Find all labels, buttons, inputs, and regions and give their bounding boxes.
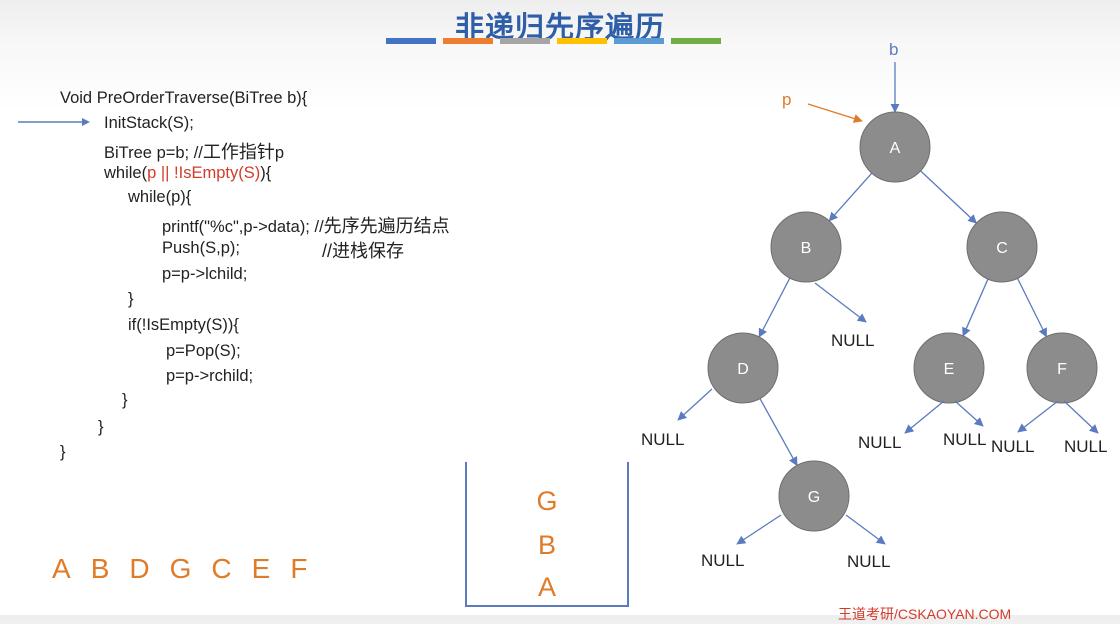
null-label: NULL: [943, 430, 986, 449]
pointer-p-label: p: [782, 90, 791, 109]
null-edge: [1017, 400, 1059, 433]
tree-edge-c-e: [962, 278, 989, 337]
tree-node-label: C: [996, 240, 1008, 257]
tree-edge-d-g: [759, 398, 798, 467]
tree-node-label: F: [1057, 361, 1067, 378]
tree-node-label: A: [890, 140, 901, 157]
null-label: NULL: [858, 433, 901, 452]
null-edge: [677, 388, 713, 421]
footer-brand: 王道考研/CSKAOYAN.COM: [838, 606, 1012, 622]
null-label: NULL: [831, 331, 874, 350]
null-edge: [814, 282, 867, 323]
pointer-p-arrow: [807, 103, 863, 123]
null-edge: [845, 514, 886, 545]
binary-tree-diagram: b p AB CD E FG NULLNULL NULL NULL NULL NULLNULL…: [641, 40, 1107, 571]
null-edge: [954, 400, 984, 427]
null-edge: [736, 514, 782, 545]
null-label: NULL: [847, 552, 890, 571]
null-edge: [904, 400, 945, 434]
tree-nulls: NULL NULL NULL NULL NULL NULL NULL NULL: [641, 282, 1107, 571]
tree-edge-a-c: [920, 170, 978, 224]
tree-node-label: D: [737, 361, 749, 378]
null-label: NULL: [701, 551, 744, 570]
null-label: NULL: [991, 437, 1034, 456]
null-label: NULL: [641, 430, 684, 449]
tree-node-label: B: [801, 240, 812, 257]
pointer-b-label: b: [889, 40, 898, 59]
null-edge: [1063, 400, 1099, 434]
tree-edge-a-b: [828, 172, 873, 222]
tree-node-label: G: [808, 489, 820, 506]
tree-node-label: E: [944, 361, 955, 378]
tree-edge-c-f: [1016, 278, 1048, 338]
tree-edge-b-d: [758, 277, 791, 338]
tree-pointers: b p: [782, 40, 900, 123]
null-label: NULL: [1064, 437, 1107, 456]
